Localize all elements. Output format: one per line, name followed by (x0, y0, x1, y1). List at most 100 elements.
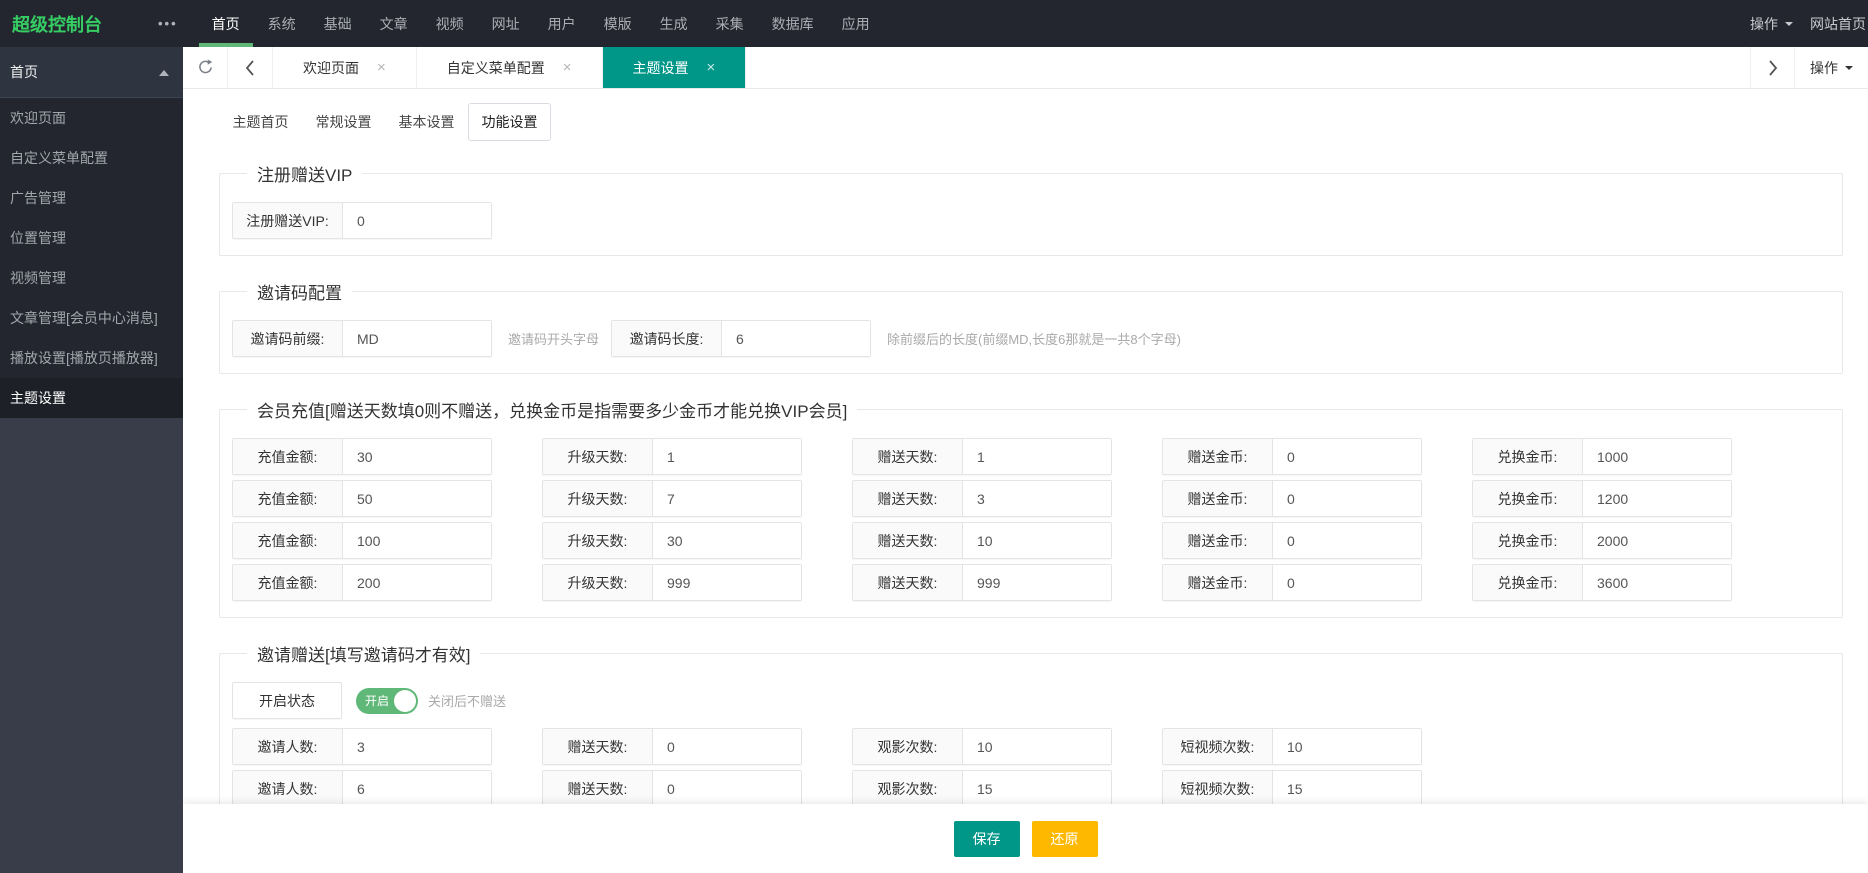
field-input[interactable] (343, 523, 491, 558)
reset-button[interactable]: 还原 (1031, 820, 1098, 857)
tabs-action-dropdown[interactable]: 操作 (1795, 47, 1868, 88)
field-input[interactable] (1273, 729, 1421, 764)
sidebar-item[interactable]: 欢迎页面 (0, 98, 183, 138)
tab-close-icon[interactable]: × (377, 59, 386, 76)
field-input[interactable] (653, 565, 801, 600)
invite-gift-toggle[interactable]: 开启 (356, 687, 418, 714)
page-tab[interactable]: 自定义菜单配置 × (417, 47, 603, 88)
field-label: 升级天数: (543, 565, 653, 600)
input-group: 升级天数: (542, 480, 802, 517)
top-bar: 超级控制台 ••• 首页 系统 基础 文章 视频 网址 用户 模版 生成 采集 数据库 应用 操作 网… (0, 0, 1868, 47)
field-input[interactable] (343, 203, 491, 238)
chevron-down-icon (1845, 65, 1853, 74)
field-input[interactable] (1273, 565, 1421, 600)
field-label: 兑换金币: (1473, 565, 1583, 600)
topnav-item[interactable]: 模版 (590, 0, 646, 47)
form-field: 观影次数: (852, 728, 1112, 765)
field-row: 邀请人数: 赠送天数: 观影次数: 短视频次数: (232, 770, 1842, 807)
topnav-item[interactable]: 首页 (198, 0, 254, 47)
topnav-item[interactable]: 文章 (366, 0, 422, 47)
sidebar-item[interactable]: 播放设置[播放页播放器] (0, 338, 183, 378)
field-label: 邀请码长度: (612, 321, 723, 356)
field-input[interactable] (343, 729, 491, 764)
refresh-tab-button[interactable] (183, 47, 228, 88)
field-input[interactable] (1273, 481, 1421, 516)
sidebar-item[interactable]: 主题设置 (0, 378, 183, 418)
page-tab[interactable]: 主题设置 × (602, 47, 747, 88)
top-nav: 首页 系统 基础 文章 视频 网址 用户 模版 生成 采集 数据库 应用 (198, 0, 884, 47)
tabs-scroll-left-button[interactable] (228, 47, 273, 88)
form-field: 兑换金币: (1472, 438, 1732, 475)
field-input[interactable] (963, 523, 1111, 558)
field-input[interactable] (653, 729, 801, 764)
topnav-item[interactable]: 基础 (310, 0, 366, 47)
field-input[interactable] (1273, 523, 1421, 558)
save-button[interactable]: 保存 (953, 820, 1020, 857)
topnav-item[interactable]: 数据库 (758, 0, 828, 47)
topnav-item[interactable]: 系统 (254, 0, 310, 47)
field-input[interactable] (343, 771, 491, 806)
settings-tab[interactable]: 基本设置 (385, 103, 468, 141)
settings-tab[interactable]: 功能设置 (468, 103, 551, 141)
form-field: 邀请码前缀: 邀请码开头字母 (232, 320, 599, 357)
sidebar-item[interactable]: 视频管理 (0, 258, 183, 298)
field-input[interactable] (653, 439, 801, 474)
field-input[interactable] (1583, 481, 1731, 516)
input-group: 充值金额: (232, 480, 492, 517)
topbar-action-dropdown[interactable]: 操作 (1733, 14, 1810, 34)
topnav-item[interactable]: 采集 (702, 0, 758, 47)
sidebar-item[interactable]: 位置管理 (0, 218, 183, 258)
field-input[interactable] (963, 439, 1111, 474)
field-input[interactable] (1583, 523, 1731, 558)
topnav-item[interactable]: 生成 (646, 0, 702, 47)
site-home-link[interactable]: 网站首页 (1810, 14, 1868, 34)
field-input[interactable] (722, 321, 871, 356)
field-input[interactable] (343, 481, 491, 516)
field-input[interactable] (963, 729, 1111, 764)
field-input[interactable] (343, 565, 491, 600)
page-tab[interactable]: 欢迎页面 × (273, 47, 417, 88)
form-field: 赠送天数: (852, 480, 1112, 517)
field-hint-text: 邀请码开头字母 (508, 332, 600, 347)
sidebar-group-label: 首页 (10, 64, 38, 80)
field-input[interactable] (653, 523, 801, 558)
form-field: 充值金额: (232, 480, 492, 517)
topnav-item[interactable]: 网址 (478, 0, 534, 47)
field-input[interactable] (963, 771, 1111, 806)
settings-tab[interactable]: 主题首页 (219, 103, 302, 141)
field-input[interactable] (653, 771, 801, 806)
topnav-item[interactable]: 用户 (534, 0, 590, 47)
toggle-row: 开启状态 开启 关闭后不赠送 (232, 682, 1842, 719)
field-input[interactable] (343, 321, 491, 356)
field-input[interactable] (963, 565, 1111, 600)
input-group: 邀请人数: (232, 728, 492, 765)
field-input[interactable] (653, 481, 801, 516)
settings-tab[interactable]: 常规设置 (302, 103, 385, 141)
form-field: 赠送天数: (542, 770, 802, 807)
field-input[interactable] (963, 481, 1111, 516)
form-field: 充值金额: (232, 522, 492, 559)
app-logo: 超级控制台 (12, 14, 102, 35)
field-input[interactable] (1273, 771, 1421, 806)
tab-close-icon[interactable]: × (707, 59, 716, 76)
input-group: 兑换金币: (1472, 438, 1732, 475)
form-footer: 保存 还原 (183, 804, 1868, 873)
sidebar-item[interactable]: 文章管理[会员中心消息] (0, 298, 183, 338)
field-input[interactable] (1273, 439, 1421, 474)
topnav-item[interactable]: 应用 (828, 0, 884, 47)
page-tab-bar: 欢迎页面 × 自定义菜单配置 × 主题设置 × 操作 (183, 47, 1868, 89)
input-group: 赠送金币: (1162, 522, 1422, 559)
menu-collapse-icon[interactable]: ••• (158, 0, 178, 47)
field-input[interactable] (1583, 439, 1731, 474)
sidebar-item[interactable]: 广告管理 (0, 178, 183, 218)
tab-close-icon[interactable]: × (563, 59, 572, 76)
field-input[interactable] (343, 439, 491, 474)
sidebar-group-home[interactable]: 首页 (0, 47, 183, 98)
sidebar-item[interactable]: 自定义菜单配置 (0, 138, 183, 178)
field-input[interactable] (1583, 565, 1731, 600)
topnav-item[interactable]: 视频 (422, 0, 478, 47)
toggle-state-label: 开启 (365, 694, 390, 708)
tabs-scroll-right-button[interactable] (1750, 47, 1795, 88)
form-field: 注册赠送VIP: (232, 202, 492, 239)
field-label: 邀请码前缀: (233, 321, 343, 356)
